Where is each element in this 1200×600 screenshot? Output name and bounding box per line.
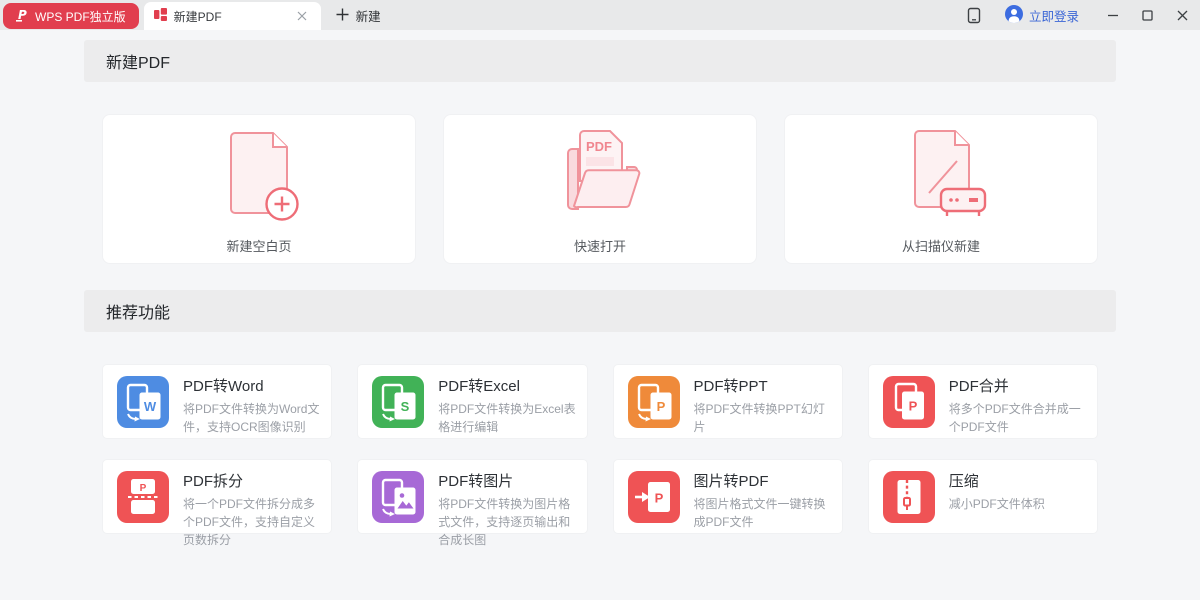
new-tab-button[interactable]: 新建 — [336, 6, 381, 25]
tab-close-icon[interactable] — [293, 7, 311, 25]
svg-text:P: P — [140, 483, 147, 494]
create-card-quick-open[interactable]: PDF 快速打开 — [443, 114, 757, 264]
pdf-split-icon: P — [117, 470, 169, 523]
feature-desc: 将图片格式文件一键转换成PDF文件 — [693, 497, 826, 529]
feature-desc: 将PDF文件转换PPT幻灯片 — [693, 402, 825, 434]
feature-card[interactable]: 压缩 减小PDF文件体积 — [867, 459, 1098, 534]
feature-card[interactable]: P 图片转PDF 将图片格式文件一键转换成PDF文件 — [612, 459, 843, 534]
feature-card[interactable]: P PDF拆分 将一个PDF文件拆分成多个PDF文件，支持自定义页数拆分 — [102, 459, 333, 547]
tab-label: 新建PDF — [173, 9, 222, 24]
new-tab-label: 新建 — [355, 9, 381, 24]
wps-pdf-logo-icon: P — [16, 8, 29, 25]
svg-text:P: P — [654, 490, 663, 505]
svg-text:P: P — [908, 398, 917, 413]
create-card-label: 从扫描仪新建 — [901, 239, 980, 254]
brand-button[interactable]: P WPS PDF独立版 — [3, 3, 139, 29]
create-card-label: 快速打开 — [573, 239, 626, 254]
quick-open-folder-icon: PDF — [544, 123, 656, 232]
feature-desc: 减小PDF文件体积 — [948, 497, 1045, 511]
feature-card[interactable]: PDF转图片 将PDF文件转换为图片格式文件，支持逐页输出和合成长图 — [357, 459, 588, 547]
window-close-icon[interactable] — [1165, 0, 1200, 30]
pdf-compress-icon — [882, 470, 935, 523]
section-new-pdf-title: 新建PDF — [106, 55, 171, 72]
feature-desc: 将一个PDF文件拆分成多个PDF文件，支持自定义页数拆分 — [183, 497, 316, 547]
create-card-blank-page[interactable]: 新建空白页 — [102, 114, 416, 264]
minimize-icon[interactable] — [1095, 0, 1130, 30]
section-new-pdf-header: 新建PDF — [84, 40, 1116, 82]
feature-card[interactable]: S PDF转Excel 将PDF文件转换为Excel表格进行编辑 — [357, 364, 588, 439]
pdf-merge-icon: P — [882, 375, 935, 428]
tab-grid-icon — [153, 8, 167, 24]
section-recommended-title: 推荐功能 — [106, 305, 171, 322]
titlebar-right: 立即登录 — [961, 0, 1200, 30]
feature-title: PDF转Word — [183, 378, 264, 395]
brand-label: WPS PDF独立版 — [35, 9, 126, 24]
feature-title: PDF合并 — [948, 378, 1009, 395]
feature-card[interactable]: P PDF合并 将多个PDF文件合并成一个PDF文件 — [867, 364, 1098, 439]
login-button[interactable]: 立即登录 — [1004, 4, 1079, 26]
feature-row-2: P PDF拆分 将一个PDF文件拆分成多个PDF文件，支持自定义页数拆分 PDF… — [102, 459, 1098, 547]
tab-new-pdf[interactable]: 新建PDF — [143, 2, 321, 30]
feature-desc: 将多个PDF文件合并成一个PDF文件 — [948, 402, 1081, 434]
feature-title: 图片转PDF — [693, 473, 769, 490]
feature-title: PDF转Excel — [438, 378, 520, 395]
pdf-to-word-icon: W — [117, 375, 169, 428]
svg-text:W: W — [144, 399, 157, 414]
device-icon[interactable] — [961, 3, 987, 28]
feature-desc: 将PDF文件转换为Excel表格进行编辑 — [438, 402, 576, 434]
feature-desc: 将PDF文件转换为Word文件，支持OCR图像识别 — [183, 402, 320, 434]
plus-icon — [336, 7, 349, 24]
svg-text:P: P — [656, 399, 665, 414]
image-to-pdf-icon: P — [627, 470, 680, 523]
maximize-icon[interactable] — [1130, 0, 1165, 30]
section-recommended-header: 推荐功能 — [84, 290, 1116, 332]
pdf-to-image-icon — [372, 470, 425, 523]
feature-row-1: W PDF转Word 将PDF文件转换为Word文件，支持OCR图像识别 S P… — [102, 364, 1098, 439]
create-card-label: 新建空白页 — [226, 239, 292, 254]
main-area: 新建PDF 新建空白页 PDF 快速打开 从扫描仪新建 推荐功能 W PDF转W… — [0, 30, 1200, 600]
feature-desc: 将PDF文件转换为图片格式文件，支持逐页输出和合成长图 — [438, 497, 571, 547]
feature-title: 压缩 — [948, 473, 979, 490]
svg-text:P: P — [18, 8, 27, 22]
create-card-from-scanner[interactable]: 从扫描仪新建 — [784, 114, 1098, 264]
titlebar: P WPS PDF独立版 新建PDF 新建 立即登录 — [0, 0, 1200, 30]
create-cards-row: 新建空白页 PDF 快速打开 从扫描仪新建 — [102, 114, 1098, 264]
feature-title: PDF转图片 — [438, 473, 514, 490]
feature-title: PDF转PPT — [693, 378, 768, 395]
feature-card[interactable]: W PDF转Word 将PDF文件转换为Word文件，支持OCR图像识别 — [102, 364, 333, 439]
feature-title: PDF拆分 — [183, 473, 244, 490]
avatar-icon — [1004, 4, 1023, 26]
pdf-to-ppt-icon: P — [627, 375, 680, 428]
scanner-icon — [885, 123, 997, 232]
quick-open-icon-text: PDF — [586, 139, 612, 154]
svg-text:S: S — [401, 399, 410, 414]
pdf-to-excel-icon: S — [372, 375, 425, 428]
feature-card[interactable]: P PDF转PPT 将PDF文件转换PPT幻灯片 — [612, 364, 843, 439]
blank-page-icon — [203, 123, 315, 232]
login-label: 立即登录 — [1028, 9, 1079, 24]
